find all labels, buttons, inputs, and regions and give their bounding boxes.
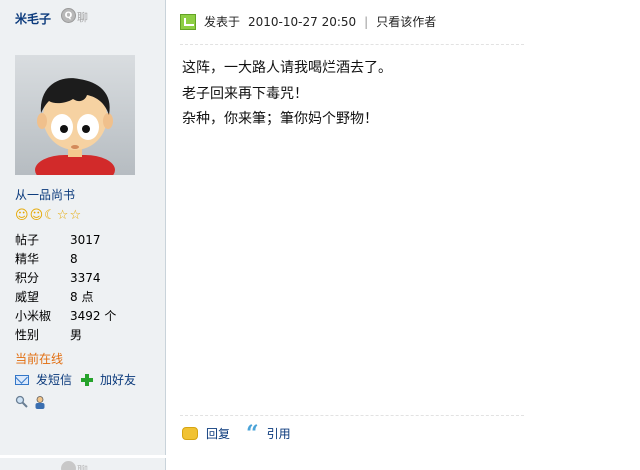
star-icon: ☆ (69, 208, 82, 223)
post-line: 老子回来再下毒咒！ (182, 85, 308, 102)
stat-row: 积分 3374 (15, 271, 101, 285)
post-body: 这阵，一大路人请我喝烂酒去了。 老子回来再下毒咒！ 杂种，你来筆；筆你妈个野物！ (182, 56, 392, 133)
next-post-partial: 聊 (0, 458, 526, 470)
moon-icon: ☾ (44, 208, 56, 223)
magnifier-icon[interactable] (15, 395, 29, 409)
cartoon-boy-avatar-icon (35, 78, 115, 175)
send-message-button[interactable]: 发短信 (15, 371, 72, 388)
chat-icon[interactable]: 聊 (61, 461, 93, 470)
post-line: 这阵，一大路人请我喝烂酒去了。 (182, 60, 392, 76)
sun-icon: ☺ (29, 208, 44, 223)
sun-icon: ☺ (15, 208, 29, 223)
divider (180, 44, 524, 45)
user-profile-icon[interactable] (33, 395, 47, 409)
quote-icon: “ (246, 420, 259, 447)
user-sidebar: 米毛子 Q 聊 从一品尚书 ☺ ☺ ☾ ☆ ☆ 帖子 3017 精华 8 积分 … (0, 0, 166, 455)
plus-icon (80, 373, 94, 387)
stat-row: 威望 8 点 (15, 290, 94, 304)
reply-button[interactable]: 回复 (182, 425, 230, 442)
forum-post: 米毛子 Q 聊 从一品尚书 ☺ ☺ ☾ ☆ ☆ 帖子 3017 精华 8 积分 … (0, 0, 526, 455)
avatar[interactable] (15, 55, 135, 175)
post-status-icon (180, 13, 196, 30)
user-rank: 从一品尚书 (15, 188, 76, 202)
divider (180, 415, 524, 416)
stat-row: 小米椒 3492 个 (15, 309, 117, 323)
user-actions: 发短信 加好友 (15, 371, 144, 388)
quote-button[interactable]: “ 引用 (246, 420, 291, 447)
post-line: 杂种，你来筆；筆你妈个野物！ (182, 111, 378, 127)
view-author-only-link[interactable]: 只看该作者 (376, 13, 436, 30)
online-status: 当前在线 (15, 352, 64, 366)
user-stats: 帖子 3017 精华 8 积分 3374 威望 8 点 小米椒 3492 个 性… (15, 231, 116, 345)
stat-row: 帖子 3017 (15, 233, 101, 247)
rank-stars: ☺ ☺ ☾ ☆ ☆ (15, 208, 81, 224)
add-friend-button[interactable]: 加好友 (80, 371, 136, 388)
user-sidebar: 聊 (0, 458, 166, 470)
user-mini-icons (15, 395, 47, 409)
username-link[interactable]: 米毛子 (15, 10, 51, 27)
chat-icon[interactable]: Q 聊 (61, 7, 93, 25)
post-footer: 回复 “ 引用 (182, 420, 307, 447)
stat-row: 精华 8 (15, 252, 78, 266)
star-icon: ☆ (56, 208, 69, 223)
speech-bubble-icon (182, 427, 198, 440)
stat-row: 性别 男 (15, 328, 83, 342)
post-content: 发表于 2010-10-27 20:50 | 只看该作者 这阵，一大路人请我喝烂… (166, 0, 526, 455)
post-timestamp: 2010-10-27 20:50 (248, 14, 357, 29)
envelope-icon (15, 374, 29, 385)
post-header: 发表于 2010-10-27 20:50 | 只看该作者 (180, 13, 520, 30)
